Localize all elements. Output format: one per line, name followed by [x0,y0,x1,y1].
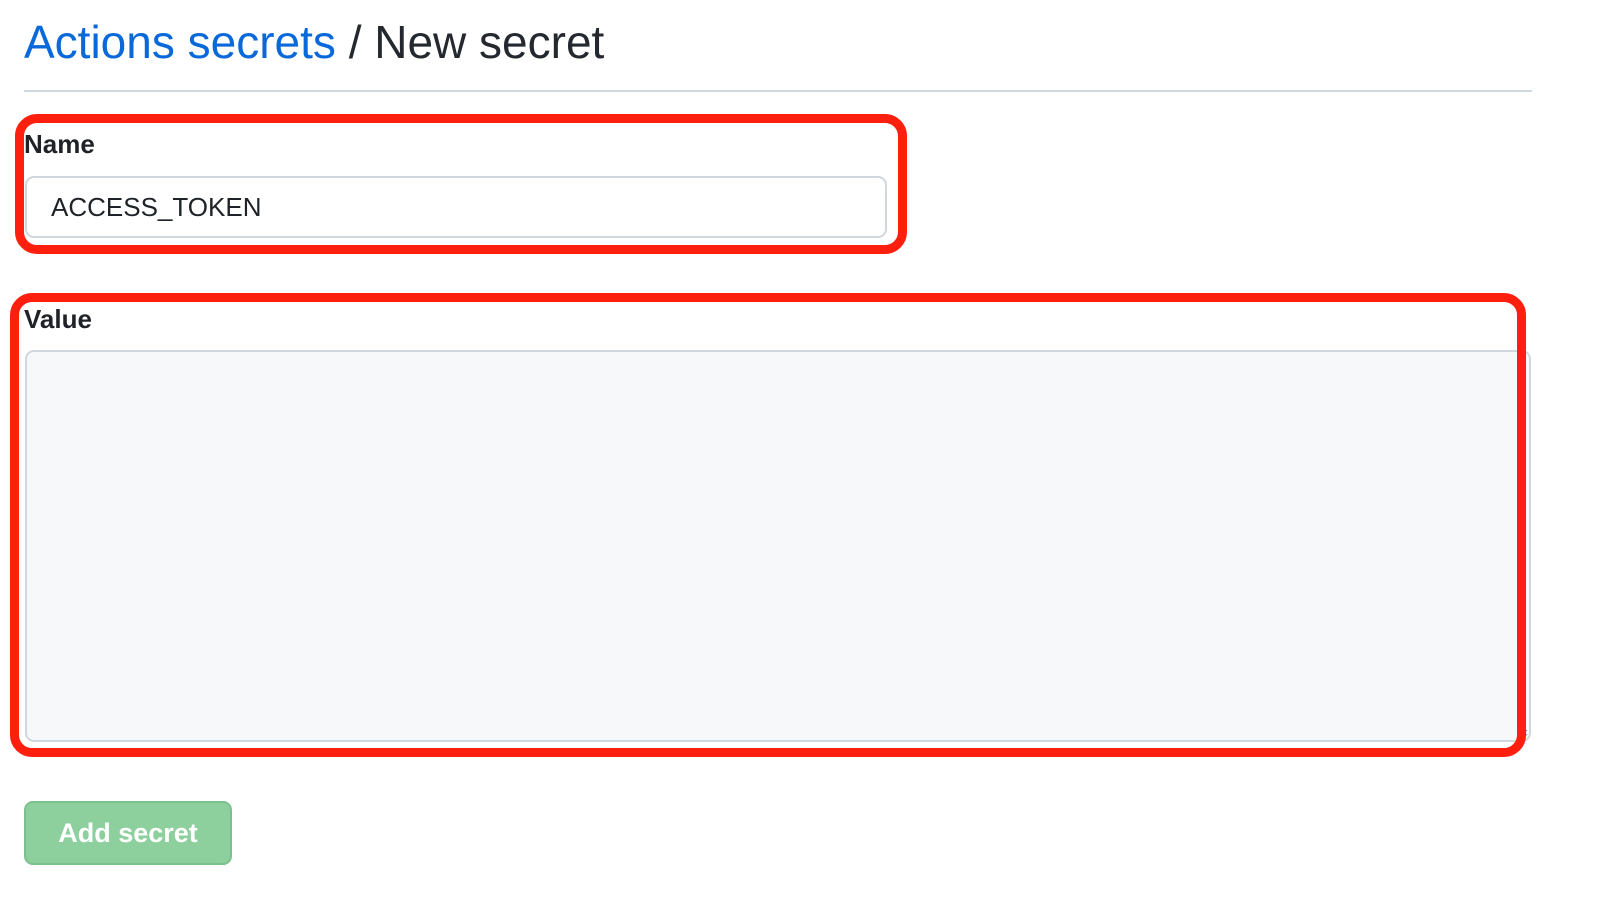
header-divider [24,90,1532,92]
value-label: Value [24,304,92,334]
secret-name-input[interactable] [25,176,887,238]
resize-handle-icon[interactable] [1516,727,1528,739]
new-secret-page: Actions secrets / New secret Name Value … [0,0,1598,924]
name-label: Name [24,129,95,159]
secret-value-textarea[interactable] [25,350,1531,742]
add-secret-button[interactable]: Add secret [24,801,232,865]
page-title: New secret [374,16,605,68]
breadcrumb: Actions secrets / New secret [24,12,604,72]
breadcrumb-separator: / [348,16,362,68]
breadcrumb-actions-secrets-link[interactable]: Actions secrets [24,16,336,68]
